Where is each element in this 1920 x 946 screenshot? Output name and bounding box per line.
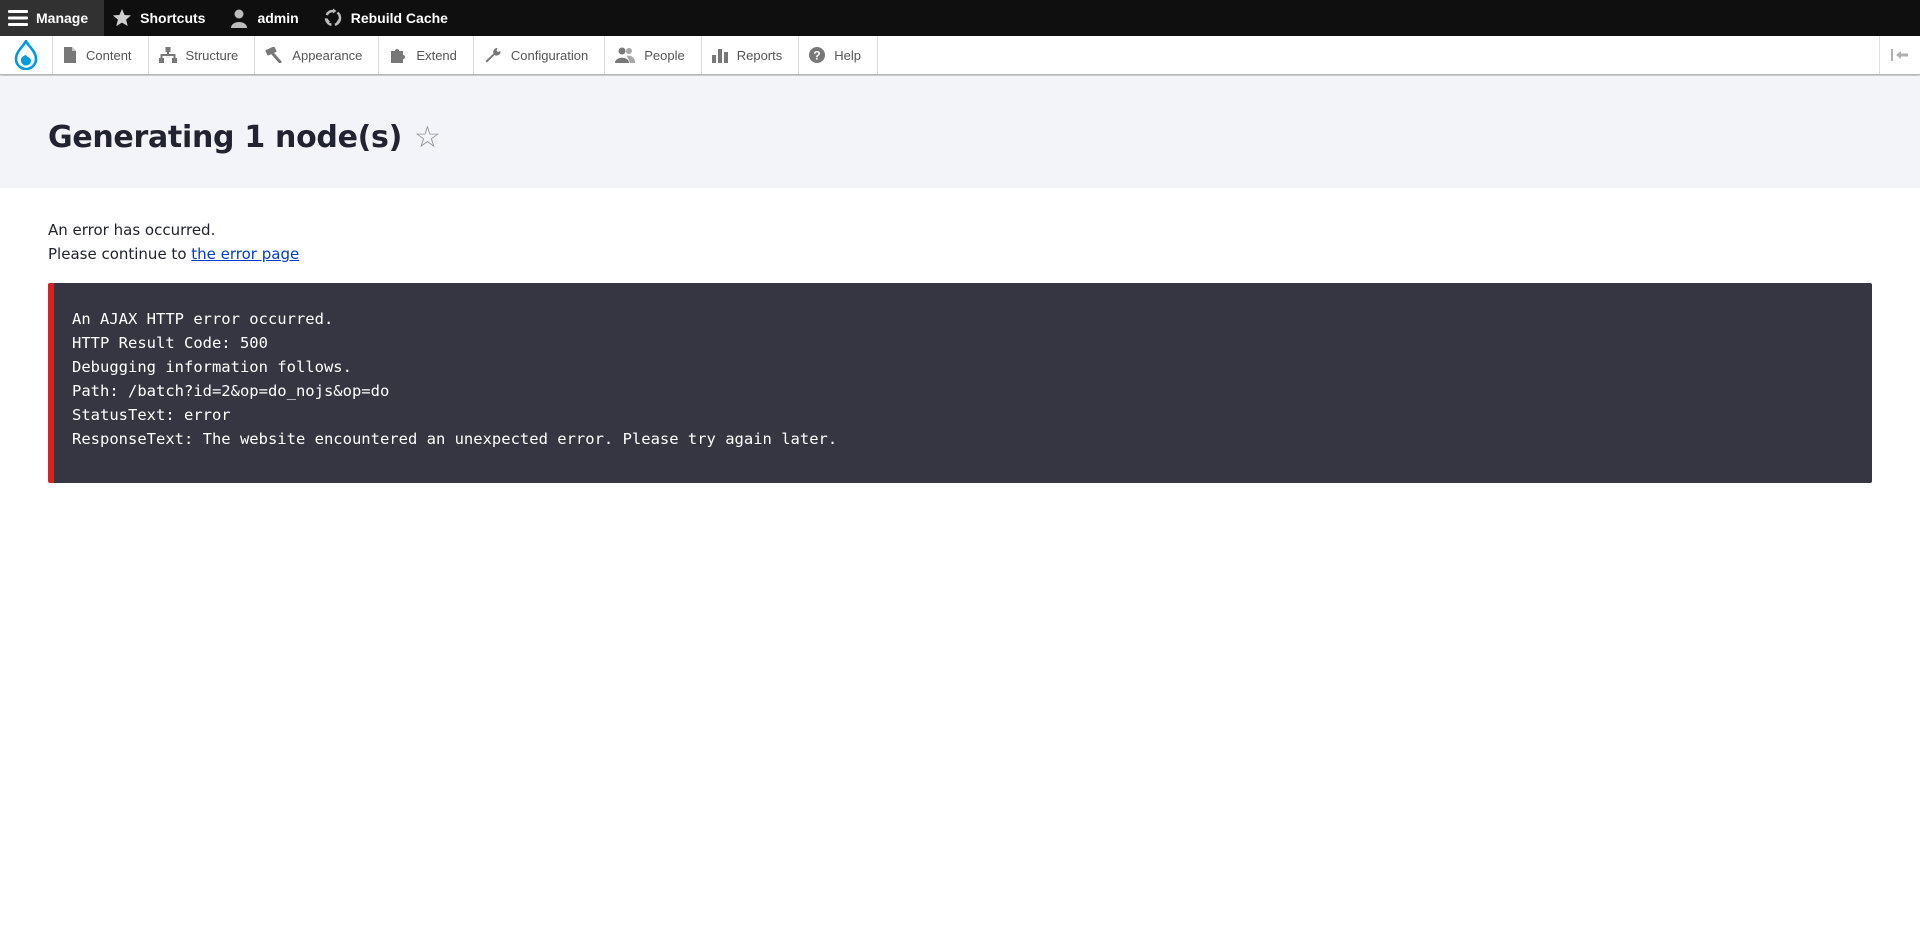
tray-item-label: Help xyxy=(834,47,861,63)
continue-prefix: Please continue to xyxy=(48,245,192,263)
drupal-drop-icon xyxy=(14,40,38,70)
manage-label: Manage xyxy=(36,10,89,26)
manage-button[interactable]: Manage xyxy=(0,0,105,36)
admin-toolbar: Manage Shortcuts admin Rebuild Cache xyxy=(0,0,1920,36)
hamburger-icon xyxy=(8,10,28,26)
tray-item-people[interactable]: People xyxy=(605,36,702,74)
sitemap-icon xyxy=(158,47,177,63)
page-header: Generating 1 node(s) ☆ xyxy=(0,76,1920,188)
error-line: HTTP Result Code: 500 xyxy=(72,334,268,352)
error-line: Debugging information follows. xyxy=(72,358,352,376)
bar-chart-icon xyxy=(711,49,728,63)
tray-item-label: Reports xyxy=(736,47,783,63)
star-icon xyxy=(113,9,132,26)
tray-item-label: Appearance xyxy=(292,47,363,63)
main-content: An error has occurred. Please continue t… xyxy=(48,218,1872,483)
tray-item-label: Structure xyxy=(185,47,239,63)
file-icon xyxy=(64,47,76,63)
wrench-icon xyxy=(485,48,501,63)
user-label: admin xyxy=(257,10,299,26)
add-shortcut-star-icon[interactable]: ☆ xyxy=(414,122,441,153)
admin-tray: Content Structure Appearance Extend Conf… xyxy=(0,36,1920,75)
people-icon xyxy=(615,47,636,63)
shortcuts-label: Shortcuts xyxy=(140,10,206,26)
rebuild-cache-label: Rebuild Cache xyxy=(350,10,448,26)
error-message: An error has occurred. xyxy=(48,221,216,239)
user-icon xyxy=(231,9,248,28)
tray-item-reports[interactable]: Reports xyxy=(702,36,800,74)
tray-item-content[interactable]: Content xyxy=(53,36,149,74)
error-line: An AJAX HTTP error occurred. xyxy=(72,310,334,328)
tray-item-label: People xyxy=(644,47,685,63)
rebuild-cache-button[interactable]: Rebuild Cache xyxy=(315,0,464,36)
paint-icon xyxy=(265,47,282,63)
tray-item-configuration[interactable]: Configuration xyxy=(474,36,606,74)
orientation-toggle-button[interactable] xyxy=(1879,36,1920,74)
error-line: ResponseText: The website encountered an… xyxy=(72,430,838,448)
recycle-icon xyxy=(324,8,341,27)
error-line: Path: /batch?id=2&op=do_nojs&op=do xyxy=(72,382,390,400)
tray-item-structure[interactable]: Structure xyxy=(149,36,256,74)
error-line: StatusText: error xyxy=(72,406,231,424)
help-icon: ? xyxy=(809,47,826,63)
user-button[interactable]: admin xyxy=(221,0,314,36)
puzzle-icon xyxy=(391,49,406,63)
tray-spacer xyxy=(878,36,1879,74)
tray-item-label: Extend xyxy=(416,47,457,63)
continue-message: Please continue to the error page xyxy=(48,242,1872,266)
page-title-wrap: Generating 1 node(s) ☆ xyxy=(48,120,441,155)
tray-item-help[interactable]: ? Help xyxy=(799,36,878,74)
error-page-link[interactable]: the error page xyxy=(191,245,299,263)
drupal-logo[interactable] xyxy=(0,36,53,74)
page-title: Generating 1 node(s) xyxy=(48,120,403,155)
collapse-arrow-icon xyxy=(1891,49,1908,61)
tray-item-label: Configuration xyxy=(510,47,589,63)
tray-item-appearance[interactable]: Appearance xyxy=(255,36,380,74)
tray-item-extend[interactable]: Extend xyxy=(379,36,474,74)
svg-text:?: ? xyxy=(814,49,821,63)
ajax-error-box: An AJAX HTTP error occurred. HTTP Result… xyxy=(48,283,1872,483)
tray-item-label: Content xyxy=(86,47,132,63)
shortcuts-button[interactable]: Shortcuts xyxy=(104,0,221,36)
